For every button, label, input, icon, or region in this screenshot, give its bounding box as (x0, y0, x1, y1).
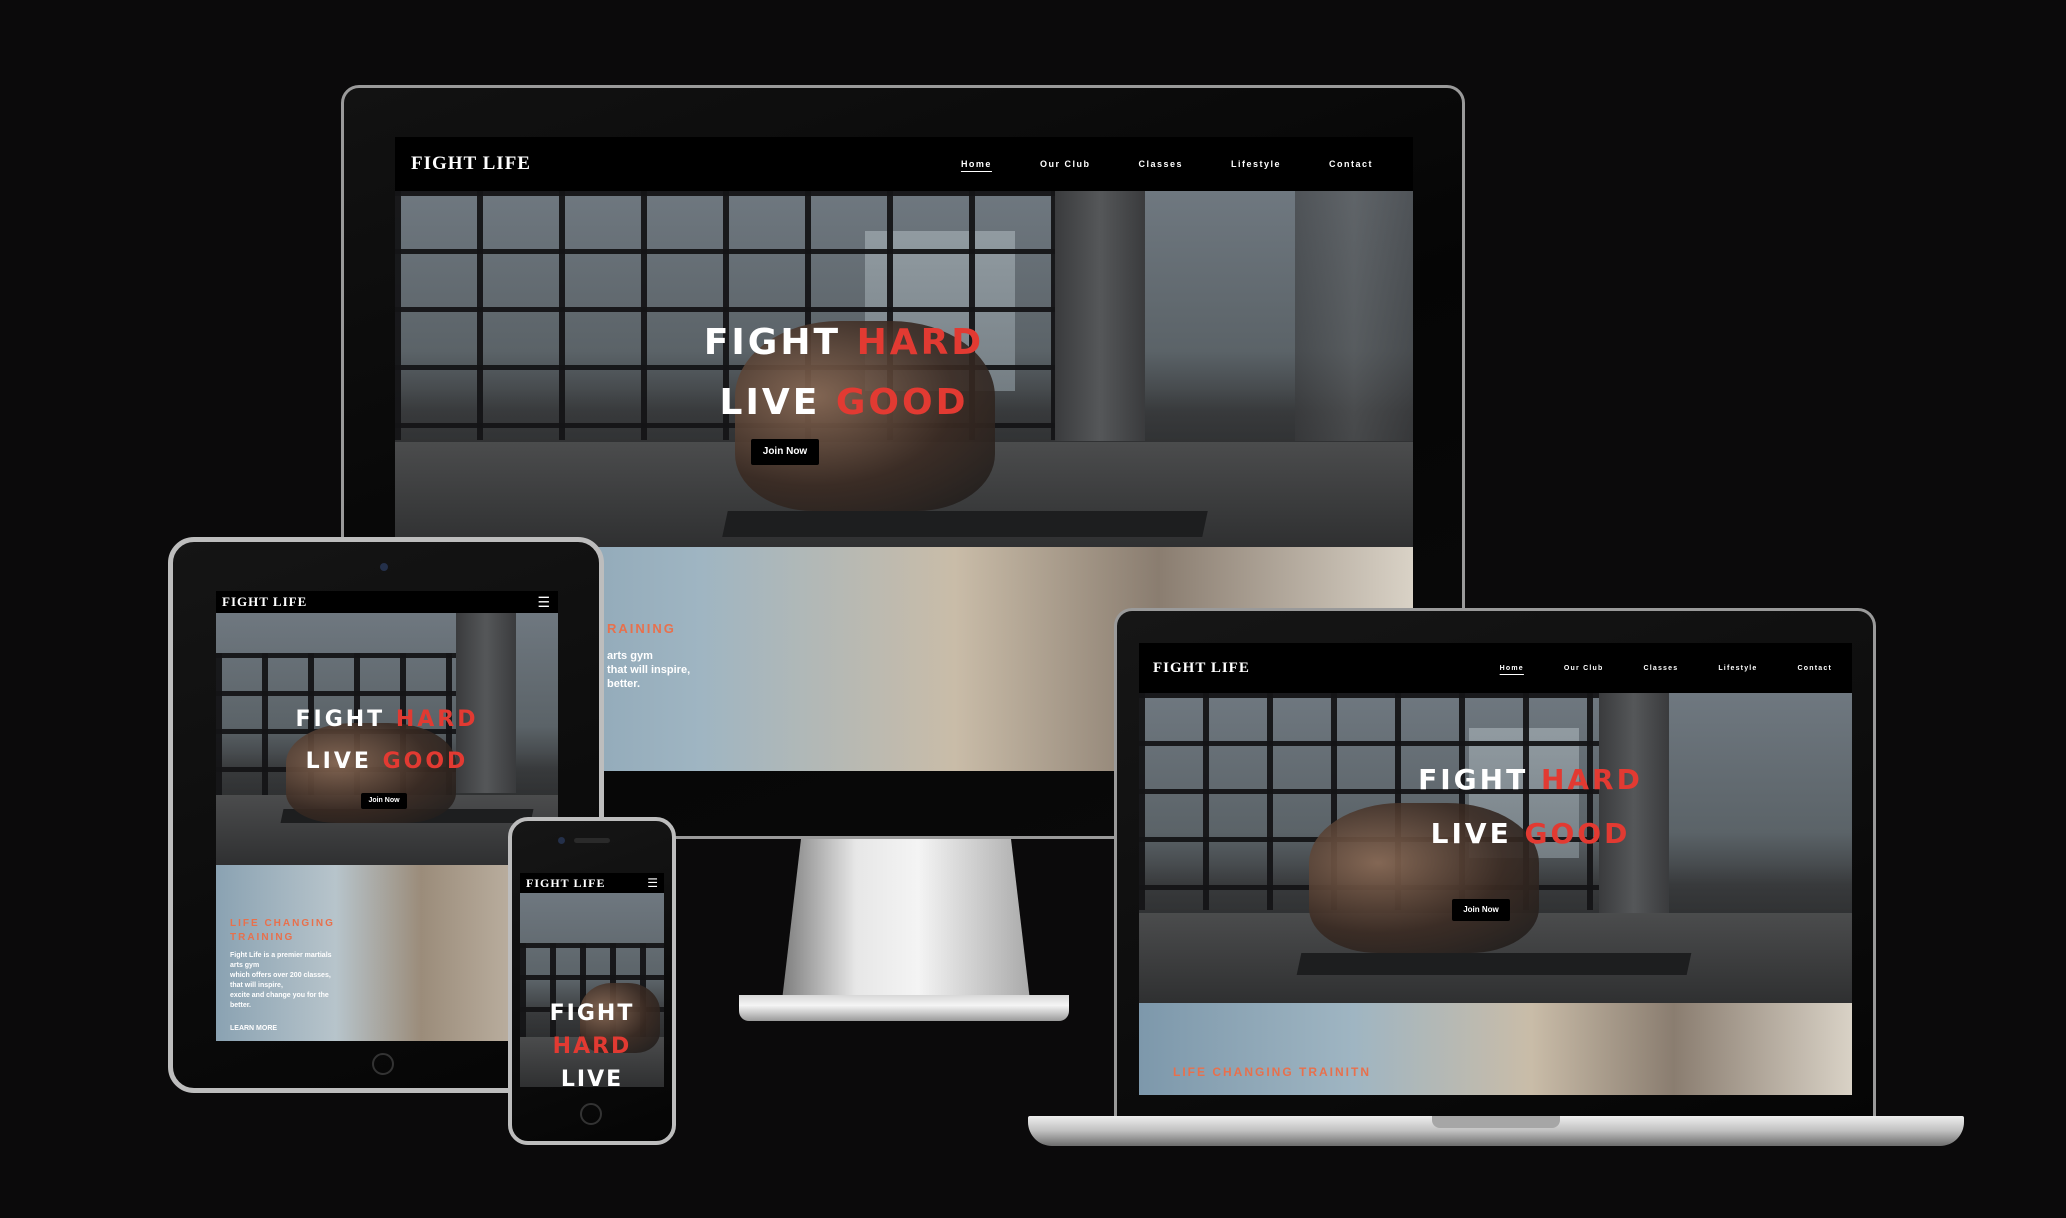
nav-classes[interactable]: Classes (1138, 159, 1183, 169)
laptop-notch (1432, 1116, 1560, 1128)
laptop-nav-classes[interactable]: Classes (1643, 665, 1678, 672)
phone-camera (558, 837, 565, 844)
training-text-partial: arts gym that will inspire, better. (607, 650, 691, 690)
desktop-navbar: FIGHT LIFE Home Our Club Classes Lifesty… (395, 137, 1413, 191)
laptop-nav-lifestyle[interactable]: Lifestyle (1718, 665, 1757, 672)
laptop-headline: FIGHT HARD LIVE GOOD (1209, 753, 1852, 861)
phone-hero: FIGHT HARD LIVE (520, 893, 664, 1087)
tablet-join-now-button[interactable]: Join Now (361, 793, 407, 809)
laptop-navbar: FIGHT LIFE Home Our Club Classes Lifesty… (1139, 643, 1852, 693)
desktop-menu: Home Our Club Classes Lifestyle Contact (961, 159, 1373, 169)
desktop-hero: FIGHT HARD LIVE GOOD Join Now (395, 191, 1413, 547)
tablet-screen: FIGHT LIFE ☰ FIGHT HARD LIVE GOOD Join N… (216, 591, 558, 1041)
tablet-home-button-icon[interactable] (372, 1053, 394, 1075)
tablet-headline-line-1: FIGHT HARD (295, 707, 479, 732)
phone-headline-line-3: LIVE (560, 1067, 624, 1087)
laptop-training-section: LIFE CHANGING TRAINITN (1139, 1003, 1852, 1095)
phone-headline: FIGHT HARD LIVE (520, 997, 664, 1087)
tablet-training-text: Fight Life is a premier martials arts gy… (230, 952, 332, 1009)
phone-hamburger-icon[interactable]: ☰ (647, 877, 658, 889)
laptop-menu: Home Our Club Classes Lifestyle Contact (1500, 665, 1832, 672)
hero-mat (722, 511, 1208, 537)
phone-speaker (574, 838, 610, 843)
tablet-training-section: LIFE CHANGING TRAINING Fight Life is a p… (216, 865, 558, 1041)
tablet-headline: FIGHT HARD LIVE GOOD (216, 699, 558, 783)
laptop-training-tag: LIFE CHANGING TRAINITN (1173, 1065, 1371, 1079)
laptop-logo[interactable]: FIGHT LIFE (1153, 660, 1250, 677)
tablet-navbar: FIGHT LIFE ☰ (216, 591, 558, 613)
phone-headline-line-1: FIGHT (549, 1001, 635, 1026)
phone-logo[interactable]: FIGHT LIFE (526, 876, 605, 891)
tablet-camera (380, 563, 388, 571)
join-now-button[interactable]: Join Now (751, 439, 819, 465)
tablet-hamburger-icon[interactable]: ☰ (537, 595, 550, 609)
laptop-screen: FIGHT LIFE Home Our Club Classes Lifesty… (1139, 643, 1852, 1095)
nav-our-club[interactable]: Our Club (1040, 159, 1091, 169)
tablet-headline-line-2: LIVE GOOD (305, 749, 469, 774)
phone: FIGHT LIFE ☰ FIGHT HARD LIVE (508, 817, 676, 1145)
nav-lifestyle[interactable]: Lifestyle (1231, 159, 1281, 169)
nav-contact[interactable]: Contact (1329, 159, 1373, 169)
monitor-stand-neck (781, 839, 1031, 1009)
monitor-stand-base (739, 995, 1069, 1021)
tablet-learn-more-link[interactable]: LEARN MORE (230, 1025, 277, 1032)
laptop-headline-line-2: LIVE GOOD (1430, 817, 1631, 850)
tablet-hero: FIGHT HARD LIVE GOOD Join Now (216, 613, 558, 865)
phone-home-button-icon[interactable] (580, 1103, 602, 1125)
laptop-headline-line-1: FIGHT HARD (1418, 763, 1643, 796)
phone-screen: FIGHT LIFE ☰ FIGHT HARD LIVE (520, 873, 664, 1087)
laptop-nav-contact[interactable]: Contact (1798, 665, 1832, 672)
site-logo[interactable]: FIGHT LIFE (411, 153, 531, 175)
laptop-nav-home[interactable]: Home (1500, 665, 1524, 672)
tablet-logo[interactable]: FIGHT LIFE (222, 594, 307, 610)
laptop-join-now-button[interactable]: Join Now (1452, 899, 1510, 921)
tablet-training-tag: LIFE CHANGING TRAINING (230, 918, 335, 943)
laptop-nav-our-club[interactable]: Our Club (1564, 665, 1604, 672)
nav-home[interactable]: Home (961, 159, 992, 169)
headline-line-1: FIGHT HARD (703, 322, 985, 363)
phone-headline-line-2: HARD (552, 1034, 632, 1059)
desktop-headline: FIGHT HARD LIVE GOOD (395, 313, 1413, 433)
training-tag-partial: RAINING (607, 621, 676, 636)
headline-line-2: LIVE GOOD (719, 382, 969, 423)
laptop-hero-mat (1296, 953, 1692, 975)
laptop: FIGHT LIFE Home Our Club Classes Lifesty… (1028, 608, 1964, 1160)
laptop-hero: FIGHT HARD LIVE GOOD Join Now (1139, 693, 1852, 1003)
phone-navbar: FIGHT LIFE ☰ (520, 873, 664, 893)
